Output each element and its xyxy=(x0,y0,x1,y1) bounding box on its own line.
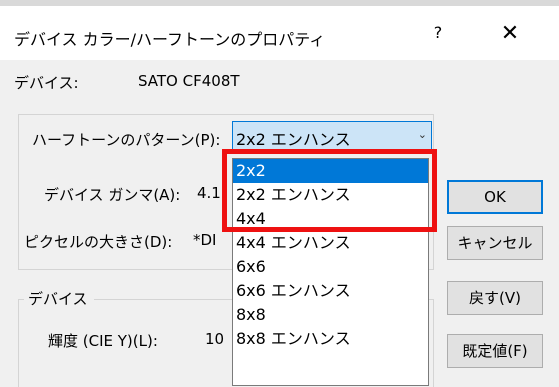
title-bar: デバイス カラー/ハーフトーンのプロパティ ? ✕ xyxy=(0,6,559,60)
chevron-down-icon[interactable]: ⌄ xyxy=(418,128,427,141)
dropdown-option-2x2[interactable]: 2x2 xyxy=(233,159,428,183)
dropdown-option-8x8[interactable]: 8x8 xyxy=(233,303,428,327)
help-button[interactable]: ? xyxy=(418,23,458,47)
halftone-pattern-combobox[interactable]: 2x2 エンハンス ⌄ xyxy=(232,121,432,151)
cancel-button[interactable]: キャンセル xyxy=(447,226,543,260)
dropdown-option-6x6-enhance[interactable]: 6x6 エンハンス xyxy=(233,279,428,303)
device-gamma-value[interactable]: 4.1 xyxy=(197,184,221,202)
defaults-button[interactable]: 既定値(F) xyxy=(447,334,543,368)
pattern-dropdown-list[interactable]: 2x2 2x2 エンハンス 4x4 4x4 エンハンス 6x6 6x6 エンハン… xyxy=(232,158,429,386)
dropdown-option-4x4[interactable]: 4x4 xyxy=(233,207,428,231)
dropdown-option-6x6[interactable]: 6x6 xyxy=(233,255,428,279)
dialog-window: デバイス カラー/ハーフトーンのプロパティ ? ✕ デバイス: SATO CF4… xyxy=(0,0,559,387)
halftone-pattern-label: ハーフトーンのパターン(P): xyxy=(32,131,221,149)
dropdown-option-2x2-enhance[interactable]: 2x2 エンハンス xyxy=(233,183,428,207)
device-group-legend: デバイス xyxy=(24,288,94,309)
dropdown-option-8x8-enhance[interactable]: 8x8 エンハンス xyxy=(233,327,428,351)
revert-button[interactable]: 戻す(V) xyxy=(447,281,543,315)
pixel-size-value[interactable]: *DI xyxy=(193,231,216,249)
ok-button[interactable]: OK xyxy=(447,180,543,214)
luminance-value[interactable]: 10 xyxy=(205,330,224,348)
pixel-size-label: ピクセルの大きさ(D): xyxy=(24,233,173,251)
combobox-selected-value: 2x2 エンハンス xyxy=(236,130,351,149)
luminance-label: 輝度 (CIE Y)(L): xyxy=(48,332,158,350)
close-button[interactable]: ✕ xyxy=(484,21,536,49)
device-gamma-label: デバイス ガンマ(A): xyxy=(44,186,181,204)
window-title: デバイス カラー/ハーフトーンのプロパティ xyxy=(14,30,326,49)
device-name: SATO CF408T xyxy=(138,72,240,90)
device-label: デバイス: xyxy=(14,74,79,92)
dropdown-option-4x4-enhance[interactable]: 4x4 エンハンス xyxy=(233,231,428,255)
